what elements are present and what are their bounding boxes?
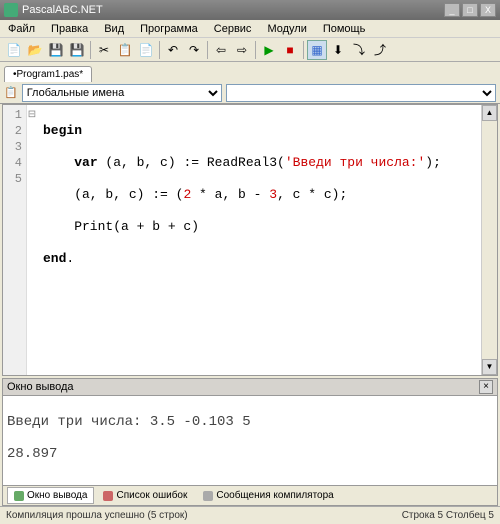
- tab-icon: [103, 491, 113, 501]
- cut-icon[interactable]: ✂: [94, 40, 114, 60]
- output-header: Окно вывода ×: [2, 378, 498, 396]
- line-number: 3: [3, 139, 22, 155]
- output-panel[interactable]: Введи три числа: 3.5 -0.103 5 28.897: [2, 396, 498, 486]
- code-text: , c * c);: [277, 187, 347, 202]
- close-button[interactable]: X: [480, 3, 496, 17]
- output-tab-output[interactable]: Окно вывода: [7, 487, 94, 504]
- toolbar-separator: [90, 41, 91, 59]
- redo-icon[interactable]: ↷: [184, 40, 204, 60]
- minimize-button[interactable]: _: [444, 3, 460, 17]
- output-line: Введи три числа: 3.5 -0.103 5: [7, 414, 493, 430]
- keyword: var: [74, 155, 97, 170]
- scroll-down-icon[interactable]: ▼: [482, 359, 497, 375]
- window-title: PascalABC.NET: [22, 4, 444, 16]
- file-tab[interactable]: •Program1.pas*: [4, 66, 92, 82]
- cursor-position: Строка 5 Столбец 5: [402, 510, 494, 521]
- nav-back-icon[interactable]: ⇦: [211, 40, 231, 60]
- output-tab-compiler[interactable]: Сообщения компилятора: [196, 487, 340, 504]
- code-text: (a, b, c) := ReadReal3(: [98, 155, 285, 170]
- toolbar-separator: [159, 41, 160, 59]
- nav-fwd-icon[interactable]: ⇨: [232, 40, 252, 60]
- menu-bar: Файл Правка Вид Программа Сервис Модули …: [0, 20, 500, 38]
- string-literal: 'Введи три числа:': [285, 155, 425, 170]
- menu-program[interactable]: Программа: [136, 22, 202, 36]
- scroll-up-icon[interactable]: ▲: [482, 105, 497, 121]
- code-text: * a, b -: [191, 187, 269, 202]
- menu-file[interactable]: Файл: [4, 22, 39, 36]
- code-content[interactable]: begin var (a, b, c) := ReadReal3('Введи …: [27, 105, 481, 375]
- menu-help[interactable]: Помощь: [319, 22, 370, 36]
- line-number: 1: [3, 107, 22, 123]
- scroll-thumb[interactable]: [482, 121, 497, 359]
- output-tab-label: Окно вывода: [27, 490, 87, 501]
- paste-icon[interactable]: 📄: [136, 40, 156, 60]
- toolbar-separator: [207, 41, 208, 59]
- line-number: 4: [3, 155, 22, 171]
- menu-service[interactable]: Сервис: [210, 22, 256, 36]
- output-tab-label: Сообщения компилятора: [216, 490, 333, 501]
- output-tab-label: Список ошибок: [116, 490, 187, 501]
- output-tabs: Окно вывода Список ошибок Сообщения комп…: [2, 486, 498, 506]
- app-icon: [4, 3, 18, 17]
- toolbar: 📄 📂 💾 💾 ✂ 📋 📄 ↶ ↷ ⇦ ⇨ ▶ ■ ▦ ⬇ ⤵ ⤴: [0, 38, 500, 62]
- run-icon[interactable]: ▶: [259, 40, 279, 60]
- new-file-icon[interactable]: 📄: [4, 40, 24, 60]
- save-all-icon[interactable]: 💾: [67, 40, 87, 60]
- keyword: begin: [43, 123, 82, 138]
- step-into-icon[interactable]: ⬇: [328, 40, 348, 60]
- scope-select[interactable]: Глобальные имена: [22, 84, 222, 102]
- output-line: 28.897: [7, 446, 493, 462]
- keyword: end: [43, 251, 66, 266]
- status-message: Компиляция прошла успешно (5 строк): [6, 510, 188, 521]
- maximize-button[interactable]: □: [462, 3, 478, 17]
- member-select[interactable]: [226, 84, 496, 102]
- open-file-icon[interactable]: 📂: [25, 40, 45, 60]
- title-bar: PascalABC.NET _ □ X: [0, 0, 500, 20]
- toolbar-separator: [303, 41, 304, 59]
- menu-modules[interactable]: Модули: [263, 22, 310, 36]
- code-text: Print(a + b + c): [43, 219, 199, 234]
- undo-icon[interactable]: ↶: [163, 40, 183, 60]
- line-number: 2: [3, 123, 22, 139]
- step-out-icon[interactable]: ⤴: [370, 40, 390, 60]
- output-title: Окно вывода: [7, 381, 74, 393]
- code-text: .: [66, 251, 74, 266]
- copy-icon[interactable]: 📋: [115, 40, 135, 60]
- line-gutter: 1 2 3 4 5: [3, 105, 27, 375]
- output-close-button[interactable]: ×: [479, 380, 493, 394]
- code-text: (a, b, c) := (: [43, 187, 183, 202]
- save-icon[interactable]: 💾: [46, 40, 66, 60]
- scope-icon: 📋: [4, 86, 18, 99]
- tab-icon: [14, 491, 24, 501]
- step-over-icon[interactable]: ⤵: [349, 40, 369, 60]
- scope-bar: 📋 Глобальные имена: [0, 82, 500, 104]
- number-literal: 3: [269, 187, 277, 202]
- code-editor[interactable]: 1 2 3 4 5 ⊟ begin var (a, b, c) := ReadR…: [2, 104, 498, 376]
- window-buttons: _ □ X: [444, 3, 496, 17]
- toolbar-separator: [255, 41, 256, 59]
- code-text: );: [425, 155, 441, 170]
- stop-icon[interactable]: ■: [280, 40, 300, 60]
- line-number: 5: [3, 171, 22, 187]
- tab-icon: [203, 491, 213, 501]
- output-tab-errors[interactable]: Список ошибок: [96, 487, 194, 504]
- menu-view[interactable]: Вид: [100, 22, 128, 36]
- menu-edit[interactable]: Правка: [47, 22, 92, 36]
- vertical-scrollbar[interactable]: ▲ ▼: [481, 105, 497, 375]
- status-bar: Компиляция прошла успешно (5 строк) Стро…: [0, 506, 500, 524]
- tab-bar: •Program1.pas*: [0, 62, 500, 82]
- form-designer-icon[interactable]: ▦: [307, 40, 327, 60]
